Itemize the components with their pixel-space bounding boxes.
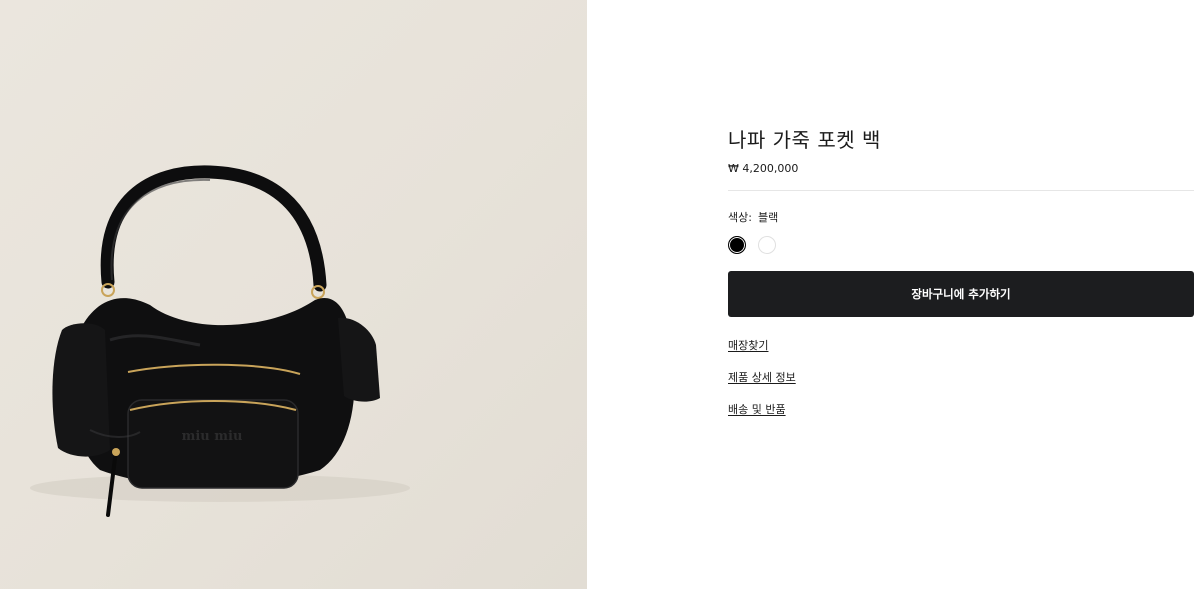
store-locator-link[interactable]: 매장찾기 bbox=[728, 339, 768, 353]
color-value: 블랙 bbox=[757, 211, 779, 224]
product-price: ₩ 4,200,000 bbox=[728, 162, 799, 175]
bag-logo: miu miu bbox=[182, 429, 243, 444]
product-details-link[interactable]: 제품 상세 정보 bbox=[728, 371, 796, 385]
add-to-cart-button[interactable]: 장바구니에 추가하기 bbox=[728, 271, 1194, 317]
bag-illustration: miu miu bbox=[30, 165, 410, 517]
product-links: 매장찾기 제품 상세 정보 배송 및 반품 bbox=[728, 339, 1194, 417]
color-label: 색상: bbox=[728, 211, 752, 224]
product-title: 나파 가죽 포켓 백 bbox=[728, 128, 881, 152]
divider bbox=[728, 190, 1194, 191]
product-image: miu miu bbox=[0, 0, 587, 589]
color-selection-label: 색상: 블랙 bbox=[728, 211, 1194, 225]
product-info-panel: 나파 가죽 포켓 백 ₩ 4,200,000 색상: 블랙 장바구니에 추가하기 … bbox=[728, 126, 1194, 435]
swatch-white[interactable] bbox=[758, 236, 776, 254]
shipping-returns-link[interactable]: 배송 및 반품 bbox=[728, 403, 786, 417]
color-swatches bbox=[728, 236, 1194, 256]
swatch-black[interactable] bbox=[728, 236, 746, 254]
